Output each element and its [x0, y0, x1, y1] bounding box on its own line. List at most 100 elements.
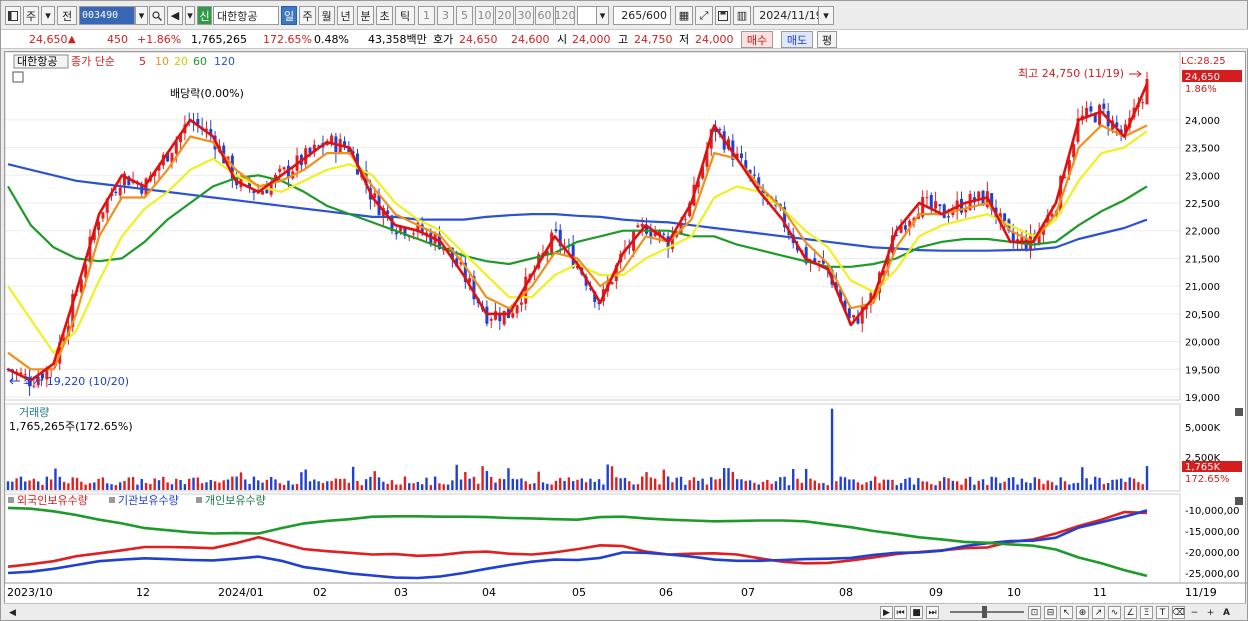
draw-icon[interactable]: ↗ — [1092, 606, 1105, 619]
volume-bar — [218, 482, 221, 490]
minute-3-button[interactable]: 3 — [437, 6, 454, 25]
volume-bar — [748, 480, 752, 490]
stock-code-input[interactable]: 003490 — [79, 6, 135, 25]
grid-icon[interactable]: ▥ — [733, 6, 751, 25]
period-week-button[interactable]: 주 — [299, 6, 316, 25]
code-dropdown-icon[interactable]: ▾ — [135, 6, 148, 25]
holdings-panel[interactable]: 외국인보유수량 기관보유수량 개인보유수량 -10,000,00 -15,000… — [4, 493, 1243, 584]
toolbar: 주 ▾ 전 003490 ▾ ◀ ▾ 신 대한항공 일 주 월 년 분 초 틱 … — [1, 3, 1248, 27]
average-button[interactable]: 평 — [817, 31, 837, 48]
zoom-slider-handle[interactable] — [982, 606, 987, 618]
period-month-button[interactable]: 월 — [318, 6, 335, 25]
volume-bar — [770, 483, 773, 490]
chart-settings-icon[interactable] — [5, 6, 21, 25]
volume-panel[interactable]: 거래량 1,765,265주(172.65%) 5,000K 2,500K 1,… — [4, 403, 1243, 492]
zoom-out-icon[interactable]: − — [1188, 606, 1201, 619]
angle-icon[interactable]: ∠ — [1124, 606, 1137, 619]
volume-close-icon[interactable] — [1235, 408, 1243, 416]
indicator-icon[interactable]: ▦ — [675, 6, 693, 25]
volume-bar — [24, 481, 27, 490]
buy-order-button[interactable]: 매수 — [741, 31, 773, 48]
ma-legend-20[interactable]: 20 — [174, 55, 188, 68]
minute-1-button[interactable]: 1 — [418, 6, 435, 25]
search-icon[interactable] — [149, 6, 165, 25]
ma-legend-10[interactable]: 10 — [155, 55, 169, 68]
minute-30-button[interactable]: 30 — [515, 6, 534, 25]
volume-bar — [934, 485, 937, 490]
volume-bar — [127, 477, 131, 490]
legend-institution[interactable]: 기관보유수량 — [118, 494, 179, 507]
sound-dropdown-icon[interactable]: ▾ — [185, 6, 195, 25]
x-label-10: 10 — [1007, 586, 1021, 599]
dropdown-arrow-icon[interactable]: ▾ — [41, 6, 55, 25]
legend-marker-indiv-icon — [196, 497, 202, 503]
minute-20-button[interactable]: 20 — [495, 6, 514, 25]
sound-icon[interactable]: ◀ — [167, 6, 183, 25]
crosshair-icon[interactable]: ⊡ — [1028, 606, 1041, 619]
volume-bar — [382, 481, 385, 490]
period-second-button[interactable]: 초 — [376, 6, 393, 25]
ma-legend-60[interactable]: 60 — [193, 55, 207, 68]
volume-bar — [628, 481, 631, 490]
stop-icon[interactable]: ■ — [910, 606, 923, 619]
erase-icon[interactable]: ⌫ — [1172, 606, 1185, 619]
volume-bar — [110, 484, 113, 490]
period-week-toggle[interactable]: 주 — [23, 6, 39, 25]
volume-bar — [873, 476, 877, 490]
period-year-button[interactable]: 년 — [337, 6, 354, 25]
text-tool-icon[interactable]: T — [1156, 606, 1169, 619]
zoom-in-icon[interactable]: + — [1204, 606, 1217, 619]
legend-individual[interactable]: 개인보유수량 — [205, 494, 266, 507]
volume-bar — [606, 464, 609, 490]
period-tick-button[interactable]: 틱 — [395, 6, 415, 25]
first-page-icon[interactable]: ⏮ — [894, 606, 907, 619]
volume-bar — [390, 480, 394, 490]
minute-5-button[interactable]: 5 — [456, 6, 473, 25]
volume-bar — [494, 482, 497, 490]
fib-icon[interactable]: Ξ — [1140, 606, 1153, 619]
wave-icon[interactable]: ∿ — [1108, 606, 1121, 619]
volume-bar — [481, 466, 484, 490]
minute-10-button[interactable]: 10 — [475, 6, 494, 25]
volume-bar — [817, 483, 821, 490]
last-page-icon[interactable]: ⏭ — [926, 606, 939, 619]
volume-bar — [692, 477, 696, 490]
volume-bar — [412, 483, 415, 490]
volume-bar — [166, 482, 169, 490]
custom-period-dropdown-icon[interactable]: ▾ — [596, 6, 609, 25]
sell-order-button[interactable]: 매도 — [781, 31, 813, 48]
minute-60-button[interactable]: 60 — [535, 6, 554, 25]
font-size-icon[interactable]: A — [1220, 606, 1233, 619]
ma-legend-5[interactable]: 5 — [139, 55, 146, 68]
volume-bar — [899, 483, 903, 490]
drawing-tool-icon[interactable]: ⤢ — [695, 6, 713, 25]
scroll-left-icon[interactable]: ◀ — [6, 606, 19, 619]
ma-legend-120[interactable]: 120 — [214, 55, 235, 68]
minute-120-button[interactable]: 120 — [555, 6, 575, 25]
data-count-field[interactable]: 265/600 — [613, 6, 671, 25]
copy-icon[interactable]: ⊟ — [1044, 606, 1057, 619]
calendar-icon[interactable]: ▾ — [818, 6, 834, 25]
volume-bar — [744, 480, 747, 490]
volume-bar — [157, 480, 161, 490]
period-minute-button[interactable]: 분 — [357, 6, 374, 25]
chart-area[interactable]: 대한항공 종가 단순 5 10 20 60 120 배당락(0.00%) 최고 … — [4, 51, 1247, 605]
volume-bar — [386, 483, 389, 490]
prev-button[interactable]: 전 — [57, 6, 77, 25]
table-toggle-icon[interactable] — [12, 71, 24, 83]
period-day-button[interactable]: 일 — [281, 6, 297, 25]
trend-line-icon[interactable]: ↖ — [1060, 606, 1073, 619]
save-icon[interactable] — [715, 6, 731, 25]
legend-foreign[interactable]: 외국인보유수량 — [17, 494, 88, 507]
holdings-close-icon[interactable] — [1235, 497, 1243, 505]
zoom-slider-track[interactable] — [950, 611, 1024, 613]
magnify-icon[interactable]: ⊕ — [1076, 606, 1089, 619]
volume-bar — [774, 481, 778, 490]
candle-body — [683, 218, 687, 220]
scroll-right-icon[interactable]: ▶ — [880, 606, 893, 619]
low-price: 24,000 — [695, 33, 734, 46]
volume-bar — [649, 477, 653, 490]
volume-bar — [15, 478, 18, 490]
chart-svg[interactable]: 대한항공 종가 단순 5 10 20 60 120 배당락(0.00%) 최고 … — [4, 51, 1247, 605]
price-panel[interactable]: 대한항공 종가 단순 5 10 20 60 120 배당락(0.00%) 최고 … — [4, 51, 1242, 404]
